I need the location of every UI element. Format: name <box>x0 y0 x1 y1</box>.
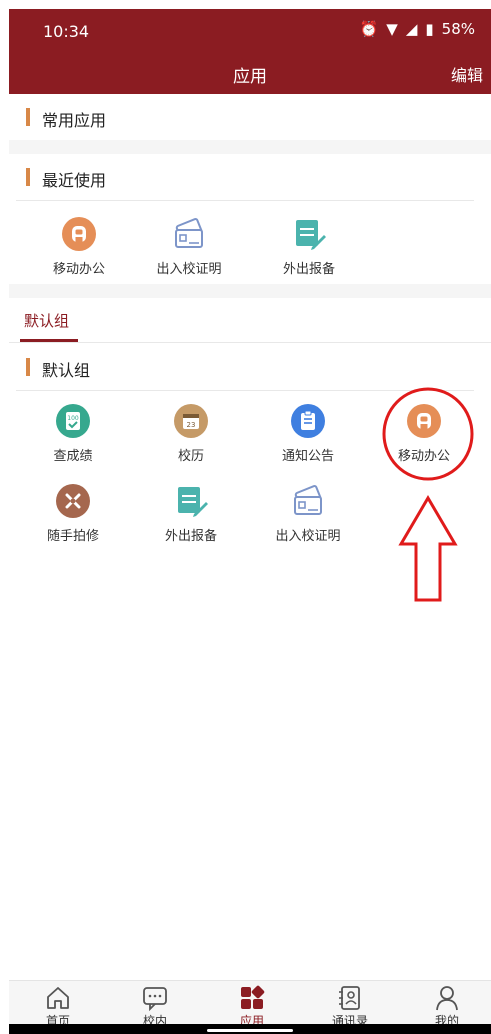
alarm-icon: ⏰ <box>359 20 379 38</box>
battery-icon: ▮ <box>425 20 434 38</box>
apps-icon <box>241 985 265 1009</box>
campus-pass-icon <box>294 484 322 515</box>
nav-item-home[interactable]: 首页 <box>23 985 93 1029</box>
grades-icon: 100 <box>56 404 90 438</box>
group-app-calendar[interactable]: 23 校历 <box>136 404 246 464</box>
app-label: 随手拍修 <box>46 529 99 544</box>
svg-text:23: 23 <box>187 421 196 429</box>
app-label: 通知公告 <box>281 449 334 464</box>
chat-icon <box>143 987 167 1011</box>
app-label: 查成绩 <box>53 449 93 464</box>
section-title-common: 常用应用 <box>42 111 107 130</box>
section-marker <box>26 108 30 126</box>
outing-report-icon <box>178 487 208 517</box>
wifi-icon: ▼ <box>386 20 398 38</box>
section-marker <box>26 358 30 376</box>
status-bar: 10:34 ⏰ ▼ ◢ ▮ 58% <box>9 9 491 53</box>
section-gap <box>9 284 491 298</box>
notice-icon <box>291 404 325 438</box>
bottom-nav: 首页 校内 应用 通讯录 我的 <box>9 980 491 1028</box>
app-label: 出入校证明 <box>156 262 222 277</box>
app-label: 外出报备 <box>164 529 217 544</box>
page-title: 应用 <box>233 67 267 87</box>
calendar-icon: 23 <box>174 404 208 438</box>
gesture-pill[interactable] <box>207 1029 293 1032</box>
section-gap <box>9 140 491 154</box>
nav-item-apps[interactable]: 应用 <box>217 985 287 1029</box>
nav-item-campus[interactable]: 校内 <box>120 985 190 1029</box>
profile-icon <box>436 986 458 1011</box>
gesture-bar <box>9 1024 491 1034</box>
app-label: 出入校证明 <box>275 529 341 544</box>
section-marker <box>26 168 30 186</box>
app-label: 校历 <box>177 449 204 464</box>
section-recent: 最近使用 <box>9 154 491 200</box>
contacts-icon <box>339 986 360 1010</box>
mobile-office-icon <box>62 217 96 251</box>
nav-item-contacts[interactable]: 通讯录 <box>315 985 385 1029</box>
divider <box>9 342 491 343</box>
svg-text:100: 100 <box>67 415 79 422</box>
campus-pass-icon <box>175 217 203 248</box>
annotation-highlight <box>382 387 474 602</box>
edit-button[interactable]: 编辑 <box>451 62 483 86</box>
battery-percent: 58% <box>441 20 475 38</box>
section-common-apps: 常用应用 <box>9 94 491 140</box>
app-label: 移动办公 <box>52 262 105 277</box>
tab-default-group[interactable]: 默认组 <box>24 310 69 331</box>
app-label: 外出报备 <box>282 262 335 277</box>
group-app-grades[interactable]: 100 查成绩 <box>18 404 128 464</box>
section-default-group: 默认组 <box>9 344 491 390</box>
recent-app-mobile-office[interactable]: 移动办公 <box>24 217 134 277</box>
home-icon <box>47 987 69 1009</box>
app-bar: 应用 编辑 <box>9 53 491 94</box>
nav-item-profile[interactable]: 我的 <box>412 985 482 1029</box>
status-icons: ⏰ ▼ ◢ ▮ 58% <box>360 20 475 38</box>
recent-app-outing-report[interactable]: 外出报备 <box>254 217 364 277</box>
status-time: 10:34 <box>43 22 90 41</box>
group-app-campus-pass[interactable]: 出入校证明 <box>253 484 363 544</box>
recent-app-campus-pass[interactable]: 出入校证明 <box>134 217 244 277</box>
divider <box>16 200 474 201</box>
outing-report-icon <box>296 220 326 250</box>
section-title-recent: 最近使用 <box>42 171 107 190</box>
signal-icon: ◢ <box>405 20 418 38</box>
group-app-repair[interactable]: 随手拍修 <box>18 484 128 544</box>
group-app-notice[interactable]: 通知公告 <box>253 404 363 464</box>
section-title-default-group: 默认组 <box>42 361 91 380</box>
repair-icon <box>56 484 90 518</box>
group-app-outing-report[interactable]: 外出报备 <box>136 484 246 544</box>
